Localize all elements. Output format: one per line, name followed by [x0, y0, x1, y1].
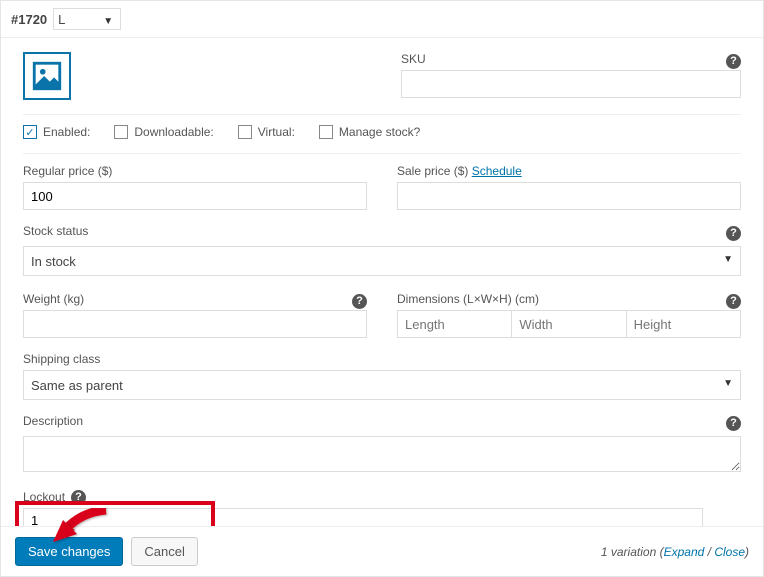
dimensions-label: Dimensions (L×W×H) (cm) — [397, 292, 539, 306]
description-label: Description — [23, 414, 83, 428]
help-icon[interactable]: ? — [726, 294, 741, 309]
expand-link[interactable]: Expand — [664, 545, 705, 559]
image-icon — [30, 59, 64, 93]
length-input[interactable] — [397, 310, 512, 338]
weight-label: Weight (kg) — [23, 292, 84, 306]
height-input[interactable] — [627, 310, 741, 338]
variation-id: #1720 — [11, 12, 47, 27]
downloadable-label: Downloadable: — [134, 125, 213, 139]
help-icon[interactable]: ? — [726, 54, 741, 69]
description-textarea[interactable] — [23, 436, 741, 472]
help-icon[interactable]: ? — [726, 226, 741, 241]
save-button[interactable]: Save changes — [15, 537, 123, 566]
variation-image-placeholder[interactable] — [23, 52, 71, 100]
manage-stock-label: Manage stock? — [339, 125, 420, 139]
cancel-button[interactable]: Cancel — [131, 537, 197, 566]
virtual-checkbox[interactable]: Virtual: — [238, 125, 295, 139]
schedule-link[interactable]: Schedule — [472, 164, 522, 178]
sku-label: SKU — [401, 52, 426, 66]
manage-stock-checkbox[interactable]: Manage stock? — [319, 125, 420, 139]
footer-meta: 1 variation (Expand / Close) — [601, 545, 749, 559]
help-icon[interactable]: ? — [726, 416, 741, 431]
help-icon[interactable]: ? — [352, 294, 367, 309]
stock-status-label: Stock status — [23, 224, 88, 238]
stock-status-select[interactable]: In stock — [23, 246, 741, 276]
variation-options-row: ✓Enabled: Downloadable: Virtual: Manage … — [23, 125, 741, 139]
variation-header: #1720 L — [1, 1, 763, 38]
shipping-class-select[interactable]: Same as parent — [23, 370, 741, 400]
shipping-class-label: Shipping class — [23, 352, 741, 366]
variation-attribute-select[interactable]: L — [53, 8, 121, 30]
footer-bar: Save changes Cancel 1 variation (Expand … — [1, 526, 763, 576]
virtual-label: Virtual: — [258, 125, 295, 139]
weight-input[interactable] — [23, 310, 367, 338]
enabled-label: Enabled: — [43, 125, 90, 139]
sale-price-input[interactable] — [397, 182, 741, 210]
enabled-checkbox[interactable]: ✓Enabled: — [23, 125, 90, 139]
width-input[interactable] — [512, 310, 626, 338]
help-icon[interactable]: ? — [71, 490, 86, 505]
regular-price-input[interactable] — [23, 182, 367, 210]
sku-input[interactable] — [401, 70, 741, 98]
close-link[interactable]: Close — [714, 545, 745, 559]
sale-price-label: Sale price ($) Schedule — [397, 164, 741, 178]
downloadable-checkbox[interactable]: Downloadable: — [114, 125, 213, 139]
lockout-label: Lockout — [23, 490, 65, 504]
regular-price-label: Regular price ($) — [23, 164, 367, 178]
variation-attribute-select-wrap: L — [53, 8, 121, 30]
